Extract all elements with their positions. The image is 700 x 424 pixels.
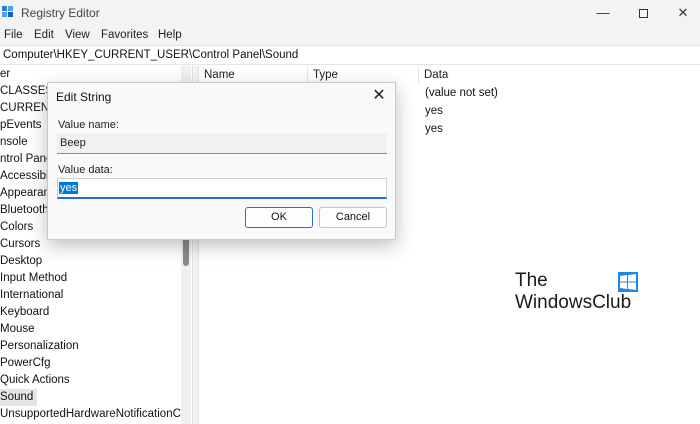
menu-favorites[interactable]: Favorites [101, 29, 148, 41]
column-header-data[interactable]: Data [419, 66, 700, 84]
menu-edit[interactable]: Edit [34, 29, 54, 41]
maximize-icon [638, 9, 648, 19]
address-path: Computer\HKEY_CURRENT_USER\Control Panel… [3, 49, 299, 61]
menu-view[interactable]: View [65, 29, 90, 41]
windows-logo-icon [618, 272, 638, 292]
value-data-input[interactable]: yes [57, 178, 387, 199]
tree-item[interactable]: nsole [0, 134, 32, 151]
value-name-field: Beep [57, 133, 387, 154]
tree-scrollbar-thumb[interactable] [183, 236, 189, 266]
tree-item[interactable]: Quick Actions [0, 372, 74, 389]
title-bar: Registry Editor — ✕ [0, 0, 700, 26]
value-data-cell[interactable]: (value not set) [425, 87, 498, 99]
watermark: The WindowsClub [515, 270, 645, 320]
registry-editor-icon [2, 6, 13, 17]
value-data-cell[interactable]: yes [425, 105, 443, 117]
value-data-cell[interactable]: yes [425, 123, 443, 135]
address-bar[interactable]: Computer\HKEY_CURRENT_USER\Control Panel… [0, 45, 700, 65]
dialog-title: Edit String [56, 90, 112, 104]
window-title: Registry Editor [21, 6, 100, 20]
tree-item[interactable]: Desktop [0, 253, 46, 270]
menu-file[interactable]: File [4, 29, 23, 41]
tree-item[interactable]: Bluetooth [0, 202, 53, 219]
close-window-button[interactable]: ✕ [660, 0, 700, 26]
value-data-label: Value data: [58, 164, 113, 176]
tree-item[interactable]: International [0, 287, 67, 304]
ok-button[interactable]: OK [245, 207, 313, 228]
selected-text: yes [59, 182, 79, 194]
tree-item[interactable]: Input Method [0, 270, 71, 287]
value-name-label: Value name: [58, 119, 119, 131]
tree-item-selected[interactable]: Sound [0, 389, 38, 406]
watermark-line1: The [515, 270, 548, 291]
edit-string-dialog: Edit String ✕ Value name: Beep Value dat… [47, 82, 396, 240]
menu-help[interactable]: Help [158, 29, 182, 41]
tree-item[interactable]: Personalization [0, 338, 83, 355]
tree-item[interactable]: Mouse [0, 321, 39, 338]
tree-item[interactable]: Keyboard [0, 304, 53, 321]
tree-item[interactable]: Cursors [0, 236, 44, 253]
dialog-close-button[interactable]: ✕ [366, 86, 392, 106]
watermark-line2: WindowsClub [515, 292, 632, 313]
tree-item[interactable]: Colors [0, 219, 37, 236]
menu-bar: File Edit View Favorites Help [0, 26, 700, 45]
tree-item[interactable]: UnsupportedHardwareNotificationCa [0, 406, 191, 423]
tree-item[interactable]: er [0, 66, 14, 83]
tree-item[interactable]: pEvents [0, 117, 46, 134]
cancel-button[interactable]: Cancel [319, 207, 387, 228]
tree-item[interactable]: PowerCfg [0, 355, 55, 372]
